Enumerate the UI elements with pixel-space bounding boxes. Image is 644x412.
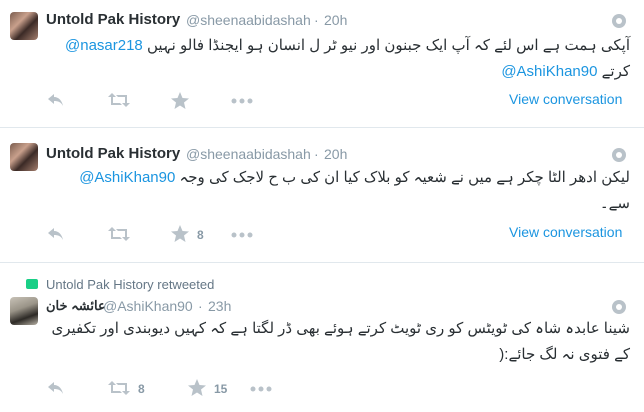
tweet-3[interactable]: Untold Pak History retweeted عائشہ خان @… <box>0 263 644 412</box>
favorite-icon[interactable] <box>188 379 206 396</box>
mention-link[interactable]: @AshiKhan90 <box>501 63 597 80</box>
retweet-count: 8 <box>138 382 145 396</box>
author-name[interactable]: Untold Pak History <box>46 11 180 28</box>
author-handle[interactable]: @sheenaabidashah <box>186 146 311 162</box>
mention-link[interactable]: @nasar218 <box>65 37 143 54</box>
favorite-count: 15 <box>214 382 228 396</box>
more-options-icon[interactable] <box>612 300 626 314</box>
view-conversation-link[interactable]: View conversation <box>509 224 622 240</box>
retweet-icon[interactable] <box>108 380 130 396</box>
tweet-2[interactable]: Untold Pak History @sheenaabidashah · 20… <box>0 128 644 258</box>
tweet-text-line: شینا عابدہ شاہ کی ٹویٹس کو ری ٹویٹ کرتے … <box>51 320 630 337</box>
more-icon[interactable] <box>231 232 253 238</box>
tweet-text-line: کرتے <box>601 63 630 80</box>
tweet-1[interactable]: Untold Pak History @sheenaabidashah · 20… <box>0 0 644 126</box>
retweet-icon[interactable] <box>108 226 130 242</box>
reply-icon[interactable] <box>47 92 65 108</box>
author-name[interactable]: Untold Pak History <box>46 145 180 162</box>
reply-icon[interactable] <box>47 380 65 396</box>
tweet-text-line: لیکن ادھر الٹا چکر ہے میں نے شعیہ کو بلا… <box>179 169 631 186</box>
separator-dot: · <box>314 146 319 162</box>
avatar[interactable] <box>10 143 38 171</box>
tweet-text: @AshiKhan90 کرتے <box>501 59 630 85</box>
tweet-time[interactable]: 20h <box>324 146 347 162</box>
author-name[interactable]: عائشہ خان <box>46 298 106 314</box>
author-handle[interactable]: @sheenaabidashah <box>186 12 311 28</box>
tweet-text: کے فتوی نہ لگ جائے:( <box>499 342 630 368</box>
retweet-icon[interactable] <box>108 92 130 108</box>
tweet-text-line: آپکی ہمت ہے اس لئے کہ آپ ایک جبنون اور ن… <box>146 37 630 54</box>
tweet-text: شینا عابدہ شاہ کی ٹویٹس کو ری ٹویٹ کرتے … <box>52 316 630 342</box>
favorite-icon[interactable] <box>171 92 189 109</box>
author-handle[interactable]: @AshiKhan90 <box>103 298 193 314</box>
favorite-icon[interactable] <box>171 225 189 242</box>
more-icon[interactable] <box>250 386 272 392</box>
avatar[interactable] <box>10 297 38 325</box>
separator-dot: · <box>314 12 319 28</box>
more-icon[interactable] <box>231 98 253 104</box>
retweeted-by-label[interactable]: Untold Pak History retweeted <box>46 277 214 292</box>
avatar[interactable] <box>10 12 38 40</box>
separator-dot: · <box>198 298 203 314</box>
more-options-icon[interactable] <box>612 14 626 28</box>
tweet-text: @AshiKhan90 لیکن ادھر الٹا چکر ہے میں نے… <box>79 165 630 191</box>
view-conversation-link[interactable]: View conversation <box>509 91 622 107</box>
tweet-text-line: کے فتوی نہ لگ جائے:( <box>499 346 630 363</box>
more-options-icon[interactable] <box>612 148 626 162</box>
reply-icon[interactable] <box>47 226 65 242</box>
tweet-time[interactable]: 23h <box>208 298 231 314</box>
tweet-text: @nasar218 آپکی ہمت ہے اس لئے کہ آپ ایک ج… <box>65 33 630 59</box>
tweet-text-line: سے۔ <box>599 195 630 212</box>
retweet-indicator-icon <box>26 279 38 289</box>
mention-link[interactable]: @AshiKhan90 <box>79 169 175 186</box>
favorite-count: 8 <box>197 228 204 242</box>
tweet-text: سے۔ <box>600 191 630 217</box>
tweet-time[interactable]: 20h <box>324 12 347 28</box>
